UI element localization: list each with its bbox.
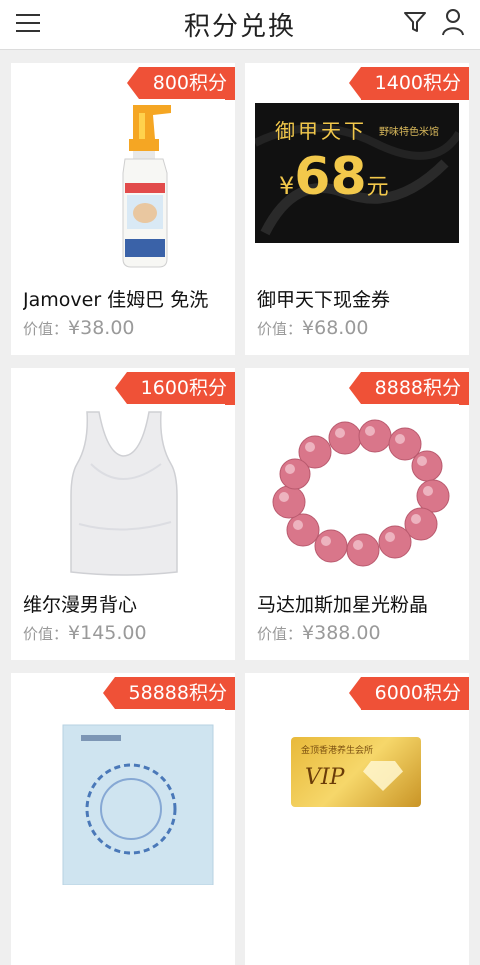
voucher-unit: 元 — [366, 175, 389, 200]
spray-bottle-image — [21, 99, 225, 275]
product-name: 马达加斯加星光粉晶 — [257, 594, 429, 616]
points-badge: 1600积分 — [114, 372, 235, 405]
vip-card-image: 金顶香港养生会所 VIP — [291, 737, 421, 807]
points-badge: 8888积分 — [348, 372, 469, 405]
porcelain-box-image — [21, 709, 225, 885]
product-name: 维尔漫男背心 — [23, 594, 138, 616]
product-card[interactable]: 58888积分 — [11, 673, 235, 965]
diamond-icon — [363, 761, 403, 791]
points-badge: 1400积分 — [348, 67, 469, 100]
points-badge: 6000积分 — [348, 677, 469, 710]
product-grid: 800积分 Jamover 佳姆巴 免洗 价值：¥38.00 1400积分 御甲… — [0, 50, 480, 965]
voucher-amount-row: ¥68元 — [279, 147, 389, 207]
points-badge: 800积分 — [126, 67, 235, 100]
price-value: ¥388.00 — [302, 622, 381, 644]
price-value: ¥38.00 — [68, 317, 135, 339]
cash-voucher-image: 御甲天下 野味特色米馆 ¥68元 — [255, 103, 459, 243]
points-badge: 58888积分 — [102, 677, 235, 710]
filter-icon[interactable] — [402, 9, 428, 35]
user-icon[interactable] — [440, 8, 466, 36]
product-card[interactable]: 1400积分 御甲天下 野味特色米馆 ¥68元 御甲天下现金券 价值：¥68.0… — [245, 63, 469, 355]
product-name: 御甲天下现金券 — [257, 289, 391, 311]
price-label: 价值： — [257, 320, 303, 338]
product-name: Jamover 佳姆巴 免洗 — [23, 289, 209, 311]
price-row: 价值：¥388.00 — [257, 622, 381, 644]
price-row: 价值：¥68.00 — [257, 317, 369, 339]
voucher-subtitle: 野味特色米馆 — [379, 127, 439, 138]
app-header: 积分兑换 — [0, 0, 480, 50]
price-row: 价值：¥38.00 — [23, 317, 135, 339]
price-value: ¥68.00 — [302, 317, 369, 339]
vip-card-subtitle: 金顶香港养生会所 — [301, 746, 374, 756]
voucher-currency: ¥ — [279, 172, 295, 200]
voucher-brand: 御甲天下 — [275, 119, 367, 143]
price-label: 价值： — [257, 625, 303, 643]
product-card[interactable]: 8888积分 马达加斯加星光粉晶 价值：¥388.00 — [245, 368, 469, 660]
product-card[interactable]: 6000积分 金顶香港养生会所 VIP — [245, 673, 469, 965]
product-card[interactable]: 800积分 Jamover 佳姆巴 免洗 价值：¥38.00 — [11, 63, 235, 355]
product-card[interactable]: 1600积分 维尔漫男背心 价值：¥145.00 — [11, 368, 235, 660]
pink-bracelet-image — [255, 404, 459, 580]
voucher-amount: 68 — [294, 147, 367, 207]
vip-card-label: VIP — [305, 765, 345, 790]
price-label: 价值： — [23, 625, 69, 643]
price-row: 价值：¥145.00 — [23, 622, 147, 644]
price-value: ¥145.00 — [68, 622, 147, 644]
white-tank-top-image — [21, 404, 225, 580]
price-label: 价值： — [23, 320, 69, 338]
